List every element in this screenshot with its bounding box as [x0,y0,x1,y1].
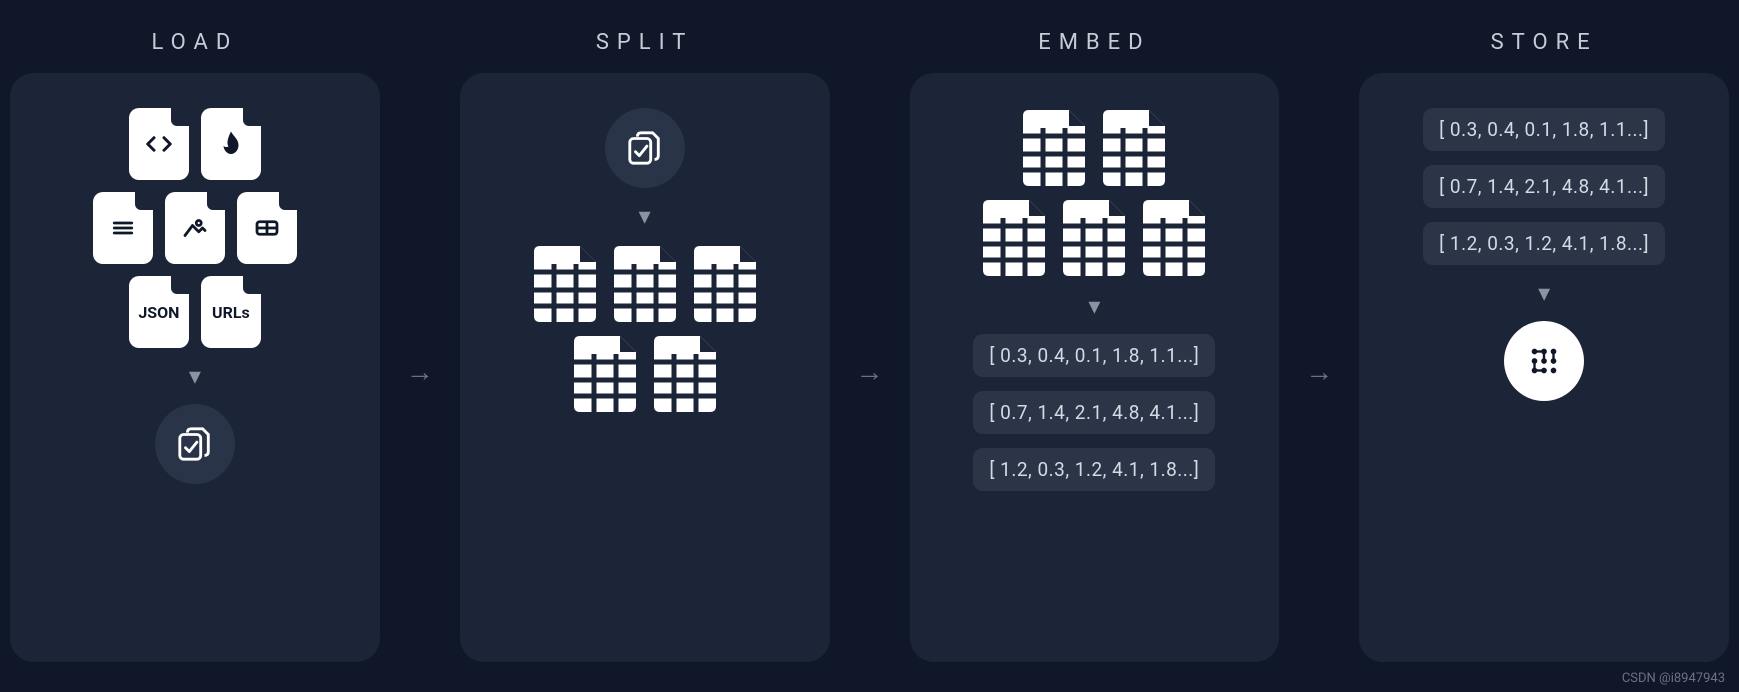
arrow-right-icon: → [856,355,884,388]
caret-down-icon: ▾ [1538,281,1550,305]
code-file-icon [129,108,189,180]
stored-vectors-list: [ 0.3, 0.4, 0.1, 1.8, 1.1...] [ 0.7, 1.4… [1379,108,1709,265]
vector-store-icon [1504,321,1584,401]
documents-check-icon [605,108,685,188]
chunk-file-icon [652,334,718,414]
chunk-file-icon [612,244,678,324]
stored-vector: [ 1.2, 0.3, 1.2, 4.1, 1.8...] [1423,222,1665,265]
stage-embed: EMBED ▾ [ 0.3, 0.4, 0.1, 1.8, 1.1...] [ … [910,0,1280,692]
embedding-vector: [ 0.3, 0.4, 0.1, 1.8, 1.1...] [973,334,1215,377]
image-file-icon [165,192,225,264]
stage-title-store: STORE [1491,30,1598,55]
stage-card-store: [ 0.3, 0.4, 0.1, 1.8, 1.1...] [ 0.7, 1.4… [1359,73,1729,662]
stage-card-embed: ▾ [ 0.3, 0.4, 0.1, 1.8, 1.1...] [ 0.7, 1… [910,73,1280,662]
caret-down-icon: ▾ [1088,294,1100,318]
caret-down-icon: ▾ [639,204,651,228]
source-files-grid: JSON URLs [93,108,297,348]
arrow-right-icon: → [406,355,434,388]
stage-store: STORE [ 0.3, 0.4, 0.1, 1.8, 1.1...] [ 0.… [1359,0,1729,692]
embedding-vector: [ 1.2, 0.3, 1.2, 4.1, 1.8...] [973,448,1215,491]
chunk-file-icon [1061,198,1127,278]
chunk-file-icon [1021,108,1087,188]
arrow-split-embed: → [830,0,910,692]
arrow-load-split: → [380,0,460,692]
stage-card-split: ▾ [460,73,830,662]
chunk-file-icon [532,244,598,324]
documents-check-icon [155,404,235,484]
pipeline-diagram: LOAD [0,0,1739,692]
stage-title-load: LOAD [151,30,238,55]
chunk-file-icon [981,198,1047,278]
text-file-icon [93,192,153,264]
stage-load: LOAD [10,0,380,692]
urls-file-icon: URLs [201,276,261,348]
chunk-file-icon [572,334,638,414]
chunk-file-icon [692,244,758,324]
stage-split: SPLIT ▾ [460,0,830,692]
pdf-file-icon [201,108,261,180]
caret-down-icon: ▾ [189,364,201,388]
json-file-icon: JSON [129,276,189,348]
stage-card-load: JSON URLs ▾ [10,73,380,662]
embedding-vectors-list: [ 0.3, 0.4, 0.1, 1.8, 1.1...] [ 0.7, 1.4… [930,334,1260,491]
watermark: CSDN @i8947943 [1622,671,1725,686]
stage-title-split: SPLIT [596,30,694,55]
arrow-right-icon: → [1305,355,1333,388]
embed-chunks-group [981,108,1207,278]
stage-title-embed: EMBED [1038,30,1150,55]
stored-vector: [ 0.3, 0.4, 0.1, 1.8, 1.1...] [1423,108,1665,151]
arrow-embed-store: → [1279,0,1359,692]
split-chunks-group [532,244,758,414]
chunk-file-icon [1101,108,1167,188]
stored-vector: [ 0.7, 1.4, 2.1, 4.8, 4.1...] [1423,165,1665,208]
chunk-file-icon [1141,198,1207,278]
embedding-vector: [ 0.7, 1.4, 2.1, 4.8, 4.1...] [973,391,1215,434]
table-file-icon [237,192,297,264]
